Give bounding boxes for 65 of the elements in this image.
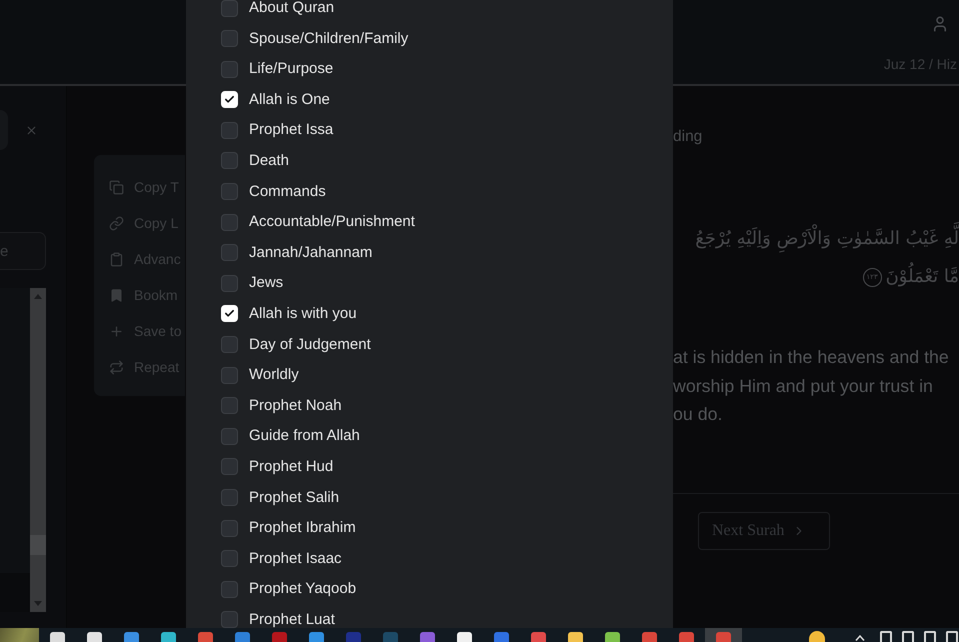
- checkbox-label[interactable]: Life/Purpose: [249, 61, 334, 78]
- plus-icon: [109, 324, 124, 338]
- checkbox-label[interactable]: Accountable/Punishment: [249, 214, 415, 230]
- checkbox[interactable]: [221, 550, 238, 568]
- tray-icon[interactable]: [902, 631, 914, 642]
- checkbox[interactable]: [221, 458, 238, 476]
- checkbox-label[interactable]: Allah is One: [249, 92, 330, 108]
- arabic-verse-line: لَّهِ غَيْبُ السَّمٰوٰتِ وَالْاَرْضِ وَاِلَيْهِ يُرْجَعُ: [695, 220, 959, 258]
- checkbox-label[interactable]: Prophet Ibrahim: [249, 520, 356, 536]
- checkbox-label[interactable]: Prophet Salih: [249, 490, 340, 506]
- user-icon[interactable]: [931, 14, 949, 34]
- checkbox[interactable]: [221, 60, 238, 78]
- copy-icon: [109, 180, 124, 194]
- checkbox[interactable]: [221, 183, 238, 200]
- checkbox-label[interactable]: Prophet Luat: [249, 612, 335, 628]
- link-icon: [109, 216, 124, 230]
- check-icon: [224, 308, 235, 320]
- checkbox[interactable]: [221, 611, 238, 628]
- checkbox-label[interactable]: Worldly: [249, 367, 299, 384]
- repeat-icon: [109, 360, 124, 374]
- clipboard-icon: [109, 252, 124, 266]
- checkbox-label[interactable]: Prophet Issa: [249, 122, 334, 138]
- scrollbar[interactable]: [30, 288, 46, 612]
- checkbox[interactable]: [221, 274, 238, 292]
- tray-icon[interactable]: [946, 631, 958, 642]
- checkbox-label[interactable]: Prophet Noah: [249, 398, 342, 414]
- check-icon: [224, 94, 235, 106]
- checkbox-label[interactable]: Spouse/Children/Family: [249, 30, 408, 47]
- translation-line: ou do.: [673, 403, 722, 426]
- checkbox-label[interactable]: Prophet Hud: [249, 458, 334, 475]
- checkbox-label[interactable]: Day of Judgement: [249, 336, 371, 353]
- checkbox-label[interactable]: Guide from Allah: [249, 428, 360, 444]
- checkbox[interactable]: [221, 30, 238, 48]
- checkbox[interactable]: [221, 336, 238, 354]
- checkbox[interactable]: [221, 152, 238, 170]
- bookmark-icon: [109, 288, 124, 302]
- translation-line: at is hidden in the heavens and the: [673, 346, 949, 369]
- checkbox[interactable]: [221, 397, 238, 414]
- checkbox[interactable]: [221, 428, 238, 445]
- close-icon[interactable]: [25, 124, 38, 136]
- scroll-down-icon[interactable]: [34, 601, 42, 606]
- checkbox[interactable]: [221, 244, 238, 262]
- checkbox[interactable]: [221, 122, 238, 139]
- translation-line: worship Him and put your trust in: [673, 374, 933, 398]
- checkbox[interactable]: [221, 580, 238, 598]
- checkbox-label[interactable]: Prophet Isaac: [249, 550, 342, 567]
- tray-app-icon[interactable]: [809, 631, 825, 642]
- caret-up-icon[interactable]: [855, 635, 865, 641]
- checkbox-label[interactable]: Prophet Yaqoob: [249, 581, 356, 598]
- checkbox[interactable]: [221, 489, 238, 506]
- scroll-up-icon[interactable]: [34, 294, 42, 299]
- arabic-verse-line: مَّا تَعْمَلُوْنَ: [886, 258, 959, 296]
- scrollbar-thumb[interactable]: [30, 535, 46, 555]
- checkbox[interactable]: [221, 0, 238, 16]
- checkbox[interactable]: [221, 214, 238, 231]
- tray-icon[interactable]: [880, 631, 892, 642]
- checkbox-label[interactable]: Death: [249, 152, 290, 169]
- checkbox-label[interactable]: Jews: [249, 275, 284, 292]
- checkbox-label[interactable]: About Quran: [249, 0, 334, 16]
- checkbox-label[interactable]: Allah is with you: [249, 306, 357, 322]
- checkbox[interactable]: [221, 366, 238, 384]
- checkbox-label[interactable]: Jannah/Jahannam: [249, 244, 372, 261]
- checkbox-label[interactable]: Commands: [249, 184, 326, 200]
- tray-icon[interactable]: [924, 631, 936, 642]
- checkbox[interactable]: [221, 520, 238, 537]
